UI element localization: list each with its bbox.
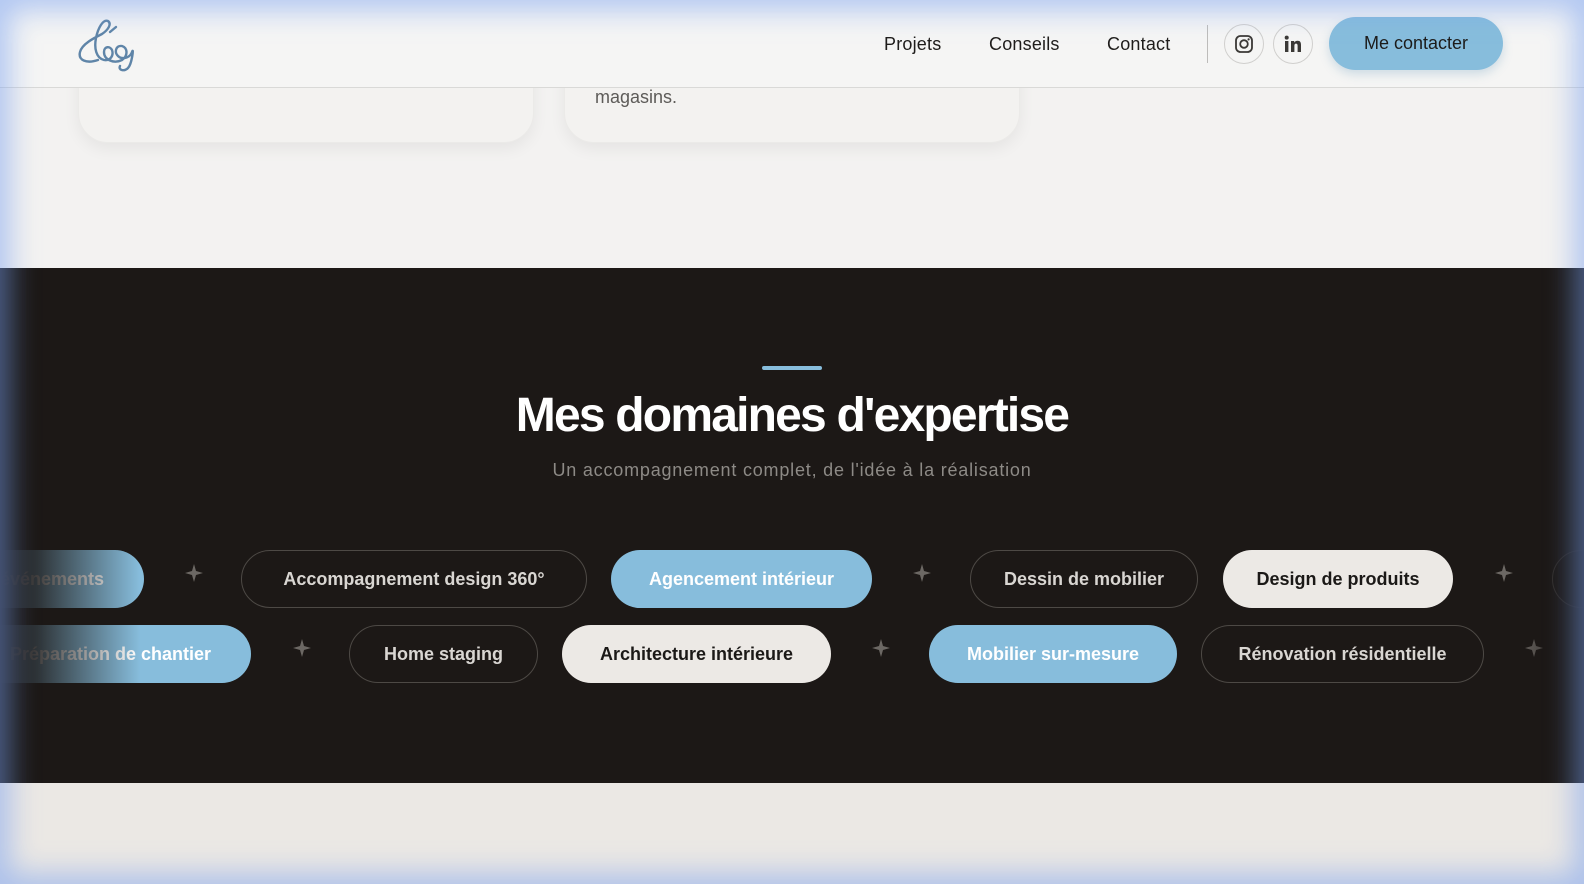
nav-link-conseils[interactable]: Conseils	[989, 34, 1060, 55]
title-accent-line	[762, 366, 822, 370]
linkedin-button[interactable]	[1273, 24, 1313, 64]
site-logo[interactable]	[76, 16, 144, 72]
nav-link-projets[interactable]: Projets	[884, 34, 941, 55]
nav-divider	[1207, 25, 1208, 63]
page: magasins. Projets Conseils Contact Me co…	[0, 0, 1584, 884]
expertise-tag[interactable]: Préparation de chantier	[0, 625, 251, 683]
expertise-tag[interactable]: Dessin de mobilier	[970, 550, 1198, 608]
instagram-button[interactable]	[1224, 24, 1264, 64]
expertise-tag[interactable]: Accompagnement design 360°	[241, 550, 587, 608]
section-subtitle: Un accompagnement complet, de l'idée à l…	[552, 460, 1032, 480]
sparkle-icon	[913, 564, 931, 582]
site-header: Projets Conseils Contact Me contacter	[0, 0, 1584, 88]
service-card-text: magasins.	[595, 87, 678, 107]
logo-mark-icon	[78, 19, 134, 72]
sparkle-icon	[293, 639, 311, 657]
marquee-fade-right	[1514, 268, 1584, 783]
expertise-tag[interactable]: Design de produits	[1223, 550, 1453, 608]
marquee-fade-left	[0, 268, 140, 783]
sparkle-icon	[1525, 639, 1543, 657]
contact-cta-button[interactable]: Me contacter	[1329, 17, 1503, 70]
expertise-tag[interactable]: Agencement intérieur	[611, 550, 872, 608]
expertise-tag[interactable]: Home staging	[349, 625, 538, 683]
expertise-tag[interactable]: Architecture intérieure	[562, 625, 831, 683]
section-title: Mes domaines d'expertise	[515, 389, 1070, 442]
instagram-icon	[1235, 35, 1253, 53]
sparkle-icon	[872, 639, 890, 657]
sparkle-icon	[1495, 564, 1513, 582]
expertise-tag[interactable]: Rénovation résidentielle	[1201, 625, 1484, 683]
sparkle-icon	[185, 564, 203, 582]
expertise-section: Mes domaines d'expertise Un accompagneme…	[0, 268, 1584, 783]
expertise-tag[interactable]: Mobilier sur-mesure	[929, 625, 1177, 683]
nav-link-contact[interactable]: Contact	[1107, 34, 1170, 55]
linkedin-icon	[1284, 35, 1301, 52]
next-section	[0, 783, 1584, 884]
expertise-tag[interactable]: événements	[0, 550, 144, 608]
expertise-tag[interactable]	[1552, 550, 1584, 608]
